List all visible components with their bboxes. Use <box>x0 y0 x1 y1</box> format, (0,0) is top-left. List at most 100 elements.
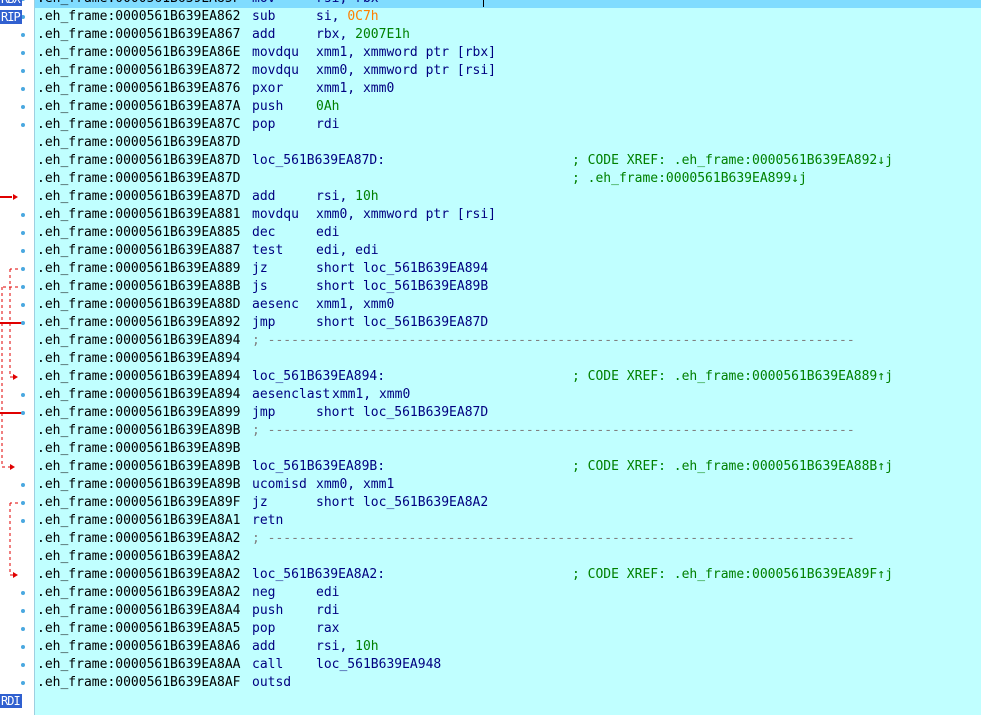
listing-line[interactable]: .eh_frame:0000561B639EA87D ; .eh_frame:00… <box>35 170 981 188</box>
listing-line[interactable]: .eh_frame:0000561B639EA87D loc_561B639EA8… <box>35 152 981 170</box>
breakpoint-dot[interactable] <box>21 591 25 595</box>
instruction-operands[interactable]: xmm1, xmmword ptr [rbx] <box>316 44 496 62</box>
instruction-mnemonic[interactable]: retn <box>252 512 283 530</box>
xref-comment[interactable]: ; CODE XREF: .eh_frame:0000561B639EA889↑… <box>572 368 893 386</box>
listing-line[interactable]: .eh_frame:0000561B639EA89F jz short loc_56… <box>35 494 981 512</box>
instruction-operands[interactable]: xmm1, xmm0 <box>316 296 394 314</box>
listing-line[interactable]: .eh_frame:0000561B639EA892 jmp short loc_5… <box>35 314 981 332</box>
listing-line[interactable]: .eh_frame:0000561B639EA8AA call loc_561B63… <box>35 656 981 674</box>
breakpoint-dot[interactable] <box>21 411 25 415</box>
listing-line[interactable]: .eh_frame:0000561B639EA86E movdqu xmm1, xm… <box>35 44 981 62</box>
listing-line[interactable]: .eh_frame:0000561B639EA8A2 neg edi <box>35 584 981 602</box>
instruction-mnemonic[interactable]: add <box>252 26 275 44</box>
listing-line[interactable]: .eh_frame:0000561B639EA887 test edi, edi <box>35 242 981 260</box>
instruction-mnemonic[interactable]: outsd <box>252 674 291 692</box>
code-label[interactable]: loc_561B639EA894: <box>252 368 385 386</box>
instruction-mnemonic[interactable]: push <box>252 98 283 116</box>
instruction-operands[interactable]: rsi, 10h <box>316 188 379 206</box>
listing-line[interactable]: .eh_frame:0000561B639EA894 ; ------------… <box>35 332 981 350</box>
instruction-mnemonic[interactable]: ucomisd <box>252 476 307 494</box>
instruction-mnemonic[interactable]: test <box>252 242 283 260</box>
instruction-operands[interactable]: short loc_561B639EA894 <box>316 260 488 278</box>
listing-line[interactable]: .eh_frame:0000561B639EA89B ucomisd xmm0, x… <box>35 476 981 494</box>
listing-line[interactable]: .eh_frame:0000561B639EA8A4 push rdi <box>35 602 981 620</box>
current-line[interactable]: .eh_frame:0000561B639EA85F mov rsi, rbx <box>35 0 981 8</box>
instruction-operands[interactable]: short loc_561B639EA89B <box>316 278 488 296</box>
instruction-operands[interactable]: rbx, 2007E1h <box>316 26 410 44</box>
instruction-operands[interactable]: xmm0, xmm1 <box>316 476 394 494</box>
instruction-operands[interactable]: short loc_561B639EA87D <box>316 404 488 422</box>
breakpoint-dot[interactable] <box>21 501 25 505</box>
breakpoint-dot[interactable] <box>21 267 25 271</box>
breakpoint-dot[interactable] <box>21 87 25 91</box>
instruction-mnemonic[interactable]: jz <box>252 260 268 278</box>
breakpoint-dot[interactable] <box>21 609 25 613</box>
instruction-mnemonic[interactable]: push <box>252 602 283 620</box>
xref-comment[interactable]: ; .eh_frame:0000561B639EA899↓j <box>572 170 807 188</box>
instruction-operands[interactable]: edi, edi <box>316 242 379 260</box>
breakpoint-dot[interactable] <box>21 285 25 289</box>
listing-line[interactable]: .eh_frame:0000561B639EA8A2 <box>35 548 981 566</box>
listing-line[interactable]: .eh_frame:0000561B639EA89B <box>35 440 981 458</box>
instruction-mnemonic[interactable]: pop <box>252 116 275 134</box>
listing-line[interactable]: .eh_frame:0000561B639EA876 pxor xmm1, xmm0 <box>35 80 981 98</box>
instruction-mnemonic[interactable]: aesenclast <box>252 386 330 404</box>
instruction-operands[interactable]: 0Ah <box>316 98 339 116</box>
breakpoint-dot[interactable] <box>21 69 25 73</box>
breakpoint-dot[interactable] <box>21 303 25 307</box>
listing-line[interactable]: .eh_frame:0000561B639EA8AF outsd <box>35 674 981 692</box>
listing-line[interactable]: .eh_frame:0000561B639EA87C pop rdi <box>35 116 981 134</box>
instruction-operands[interactable]: xmm1, xmm0 <box>332 386 410 404</box>
listing-line[interactable]: .eh_frame:0000561B639EA885 dec edi <box>35 224 981 242</box>
listing-line[interactable]: .eh_frame:0000561B639EA867 add rbx, 2007E1… <box>35 26 981 44</box>
breakpoint-dot[interactable] <box>21 123 25 127</box>
listing-line[interactable]: .eh_frame:0000561B639EA889 jz short loc_56… <box>35 260 981 278</box>
listing-line[interactable]: .eh_frame:0000561B639EA8A2 loc_561B639EA8… <box>35 566 981 584</box>
breakpoint-dot[interactable] <box>21 483 25 487</box>
instruction-mnemonic[interactable]: js <box>252 278 268 296</box>
listing-line[interactable]: .eh_frame:0000561B639EA89B loc_561B639EA8… <box>35 458 981 476</box>
listing-line[interactable]: .eh_frame:0000561B639EA862 sub si, 0C7h <box>35 8 981 26</box>
listing-line[interactable]: .eh_frame:0000561B639EA88D aesenc xmm1, xm… <box>35 296 981 314</box>
xref-comment[interactable]: ; CODE XREF: .eh_frame:0000561B639EA892↓… <box>572 152 893 170</box>
breakpoint-dot[interactable] <box>21 249 25 253</box>
listing-line[interactable]: .eh_frame:0000561B639EA87D <box>35 134 981 152</box>
instruction-mnemonic[interactable]: sub <box>252 8 275 26</box>
instruction-mnemonic[interactable]: movdqu <box>252 62 299 80</box>
instruction-mnemonic[interactable]: call <box>252 656 283 674</box>
listing-line[interactable]: .eh_frame:0000561B639EA872 movdqu xmm0, xm… <box>35 62 981 80</box>
instruction-mnemonic[interactable]: neg <box>252 584 275 602</box>
instruction-operands[interactable]: edi <box>316 224 339 242</box>
instruction-mnemonic[interactable]: pxor <box>252 80 283 98</box>
breakpoint-dot[interactable] <box>21 51 25 55</box>
instruction-operands[interactable]: short loc_561B639EA8A2 <box>316 494 488 512</box>
instruction-operands[interactable]: short loc_561B639EA87D <box>316 314 488 332</box>
instruction-operands[interactable]: rax <box>316 620 339 638</box>
instruction-mnemonic[interactable]: aesenc <box>252 296 299 314</box>
listing-line[interactable]: .eh_frame:0000561B639EA8A5 pop rax <box>35 620 981 638</box>
instruction-operands[interactable]: edi <box>316 584 339 602</box>
instruction-mnemonic[interactable]: movdqu <box>252 44 299 62</box>
instruction-operands[interactable]: xmm0, xmmword ptr [rsi] <box>316 206 496 224</box>
listing-line[interactable]: .eh_frame:0000561B639EA8A1 retn <box>35 512 981 530</box>
instruction-mnemonic[interactable]: jz <box>252 494 268 512</box>
instruction-mnemonic[interactable]: add <box>252 638 275 656</box>
instruction-mnemonic[interactable]: jmp <box>252 404 275 422</box>
instruction-operands[interactable]: loc_561B639EA948 <box>316 656 441 674</box>
listing-line[interactable]: .eh_frame:0000561B639EA89B ; ------------… <box>35 422 981 440</box>
xref-comment[interactable]: ; CODE XREF: .eh_frame:0000561B639EA89F↑… <box>572 566 893 584</box>
listing-line[interactable]: .eh_frame:0000561B639EA87D add rsi, 10h <box>35 188 981 206</box>
listing-line[interactable]: .eh_frame:0000561B639EA8A2 ; ------------… <box>35 530 981 548</box>
breakpoint-dot[interactable] <box>21 33 25 37</box>
code-label[interactable]: loc_561B639EA87D: <box>252 152 385 170</box>
code-label[interactable]: loc_561B639EA8A2: <box>252 566 385 584</box>
xref-comment[interactable]: ; CODE XREF: .eh_frame:0000561B639EA88B↑… <box>572 458 893 476</box>
instruction-mnemonic[interactable]: add <box>252 188 275 206</box>
instruction-operands[interactable]: rdi <box>316 602 339 620</box>
breakpoint-dot[interactable] <box>21 393 25 397</box>
instruction-operands[interactable]: rsi, 10h <box>316 638 379 656</box>
listing-line[interactable]: .eh_frame:0000561B639EA881 movdqu xmm0, xm… <box>35 206 981 224</box>
instruction-mnemonic[interactable]: pop <box>252 620 275 638</box>
instruction-operands[interactable]: xmm0, xmmword ptr [rsi] <box>316 62 496 80</box>
register-badge-rip[interactable]: RIP <box>0 10 22 24</box>
